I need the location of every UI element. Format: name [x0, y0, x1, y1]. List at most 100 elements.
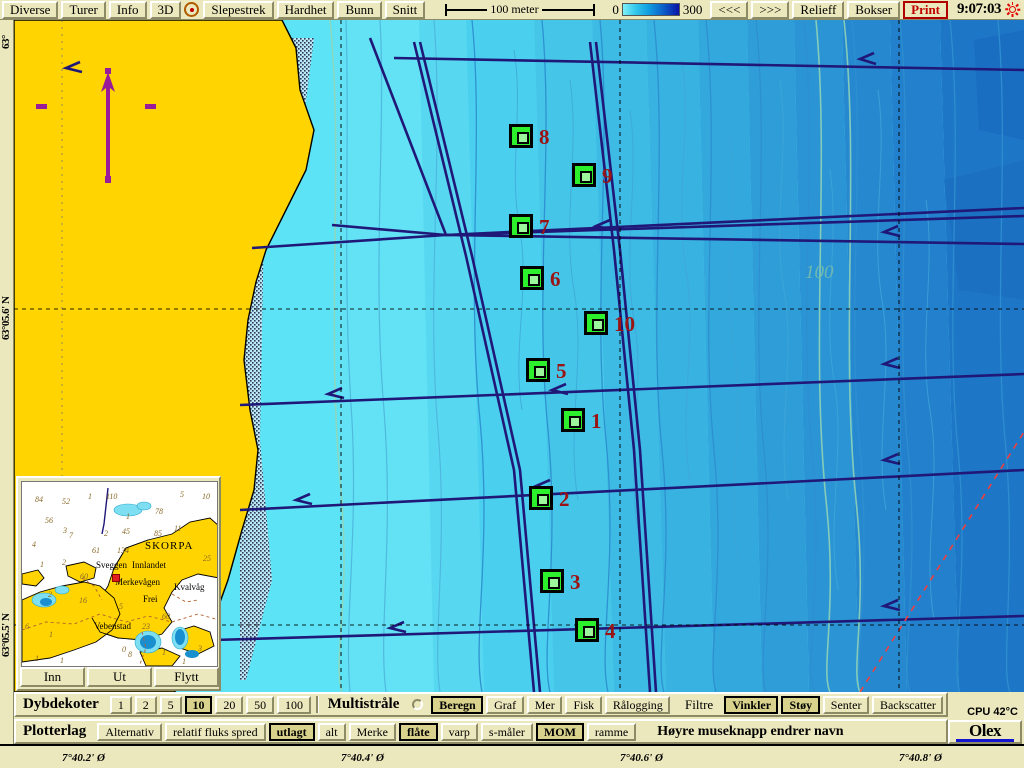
inset-zoom-out-button[interactable]: Ut [87, 667, 152, 687]
waypoint-marker-3[interactable] [540, 569, 564, 593]
inset-sounding: 60 [80, 572, 88, 581]
inset-place-innlandet: Innlandet [132, 560, 166, 570]
inset-sounding: 6 [25, 622, 29, 631]
waypoint-marker-5[interactable] [526, 358, 550, 382]
menu-button-diverse[interactable]: Diverse [2, 0, 59, 19]
multistrale-beregn-button[interactable]: Beregn [431, 695, 484, 714]
menu-button-hardhet[interactable]: Hardhet [276, 0, 335, 19]
plotterlag-varp-button[interactable]: varp [440, 722, 478, 741]
purple-tick-right [145, 104, 156, 109]
page-next-button[interactable]: >>> [751, 0, 790, 19]
plotterlag-alternativ-button[interactable]: Alternativ [97, 722, 162, 741]
legend-max-label: 300 [682, 1, 703, 17]
olex-logo-underline [956, 738, 1014, 742]
dybdekoter-interval-10[interactable]: 10 [184, 695, 213, 714]
cpu-temperature-label: CPU 42°C [967, 706, 1018, 718]
waypoint-marker-9[interactable] [572, 163, 596, 187]
right-click-hint: Høyre museknapp endrer navn [657, 723, 844, 739]
dybdekoter-interval-20[interactable]: 20 [215, 695, 244, 714]
print-button[interactable]: Print [903, 0, 949, 19]
longitude-axis: 7°40.2' Ø 7°40.4' Ø 7°40.6' Ø 7°40.8' Ø [0, 744, 1024, 768]
filtre-vinkler-button[interactable]: Vinkler [724, 695, 779, 714]
multistrale-radio[interactable] [412, 699, 424, 710]
plotterlag-s-maler-button[interactable]: s-måler [480, 722, 533, 741]
plotterlag-merke-button[interactable]: Merke [348, 722, 396, 741]
filtre-stoy-button[interactable]: Støy [781, 695, 820, 714]
waypoint-marker-8[interactable] [509, 124, 533, 148]
inset-sounding: 1 [88, 492, 92, 501]
plotterlag-ramme-button[interactable]: ramme [586, 722, 637, 741]
inset-map-controls: Inn Ut Flytt [20, 667, 219, 687]
inset-sounding: 1 [162, 648, 166, 657]
waypoint-label-6: 6 [550, 267, 561, 291]
scale-bar-tick-left [445, 3, 448, 16]
purple-tick-left [36, 104, 47, 109]
inset-map-canvas[interactable]: SKORPA Sveggen Innlandet Merkevågen Kval… [21, 481, 218, 667]
depth-color-legend: 0 300 [612, 2, 702, 18]
inset-sounding: 25 [203, 554, 211, 563]
plotterlag-alt-button[interactable]: alt [317, 722, 346, 741]
waypoint-marker-4[interactable] [575, 618, 599, 642]
dybdekoter-interval-50[interactable]: 50 [246, 695, 274, 714]
waypoint-marker-1[interactable] [561, 408, 585, 432]
longitude-tick-3: 7°40.8' Ø [899, 752, 942, 764]
multistrale-graf-button[interactable]: Graf [486, 695, 524, 714]
inset-sounding: 1 [35, 654, 39, 663]
relieff-button[interactable]: Relieff [792, 0, 845, 19]
olex-logo-text: Olex [969, 720, 1002, 740]
inset-sounding: 110 [106, 492, 118, 501]
scale-bar-label: 100 meter [487, 1, 542, 17]
waypoint-marker-7[interactable] [509, 214, 533, 238]
menu-button-info[interactable]: Info [108, 0, 147, 19]
inset-sounding: 8 [128, 650, 132, 659]
plotterlag-mom-button[interactable]: MOM [535, 722, 584, 741]
bokser-button[interactable]: Bokser [847, 0, 901, 19]
inset-place-frei: Frei [143, 594, 158, 604]
dybdekoter-interval-2[interactable]: 2 [134, 695, 157, 714]
menu-button-snitt[interactable]: Snitt [384, 0, 426, 19]
plotterlag-flate-button[interactable]: flåte [398, 722, 438, 741]
inset-sounding: 3 [63, 526, 67, 535]
multistrale-ralogging-button[interactable]: Rålogging [604, 695, 671, 714]
waypoint-label-3: 3 [570, 570, 581, 594]
top-toolbar: Diverse Turer Info 3D Slepestrek Hardhet… [0, 0, 1024, 20]
waypoint-marker-10[interactable] [584, 311, 608, 335]
multistrale-mer-button[interactable]: Mer [526, 695, 563, 714]
inset-sounding: 11 [174, 524, 182, 533]
waypoint-label-4: 4 [605, 619, 616, 643]
filtre-backscatter-button[interactable]: Backscatter [871, 695, 944, 714]
inset-move-button[interactable]: Flytt [154, 667, 219, 687]
plotterlag-relatif-fluks-spred-button[interactable]: relatif fluks spred [164, 722, 266, 741]
inset-sounding: 3 [198, 644, 202, 653]
waypoint-label-8: 8 [539, 125, 550, 149]
dybdekoter-interval-100[interactable]: 100 [276, 695, 311, 714]
filtre-label: Filtre [685, 696, 714, 712]
scale-bar: 100 meter [445, 1, 596, 17]
inset-overview-map-panel[interactable]: SKORPA Sveggen Innlandet Merkevågen Kval… [16, 476, 221, 691]
dybdekoter-interval-1[interactable]: 1 [109, 695, 132, 714]
inset-sounding: 52 [62, 497, 70, 506]
sun-icon[interactable] [1004, 2, 1020, 17]
target-icon[interactable] [184, 2, 200, 17]
menu-button-bunn[interactable]: Bunn [337, 0, 382, 19]
inset-place-kvalvag: Kvalvåg [174, 582, 205, 592]
menu-button-turer[interactable]: Turer [61, 0, 106, 19]
inset-sounding: 10 [202, 492, 210, 501]
menu-button-3d[interactable]: 3D [149, 0, 182, 19]
latitude-axis: 63° 63°05.6' N 63°05.5' N [0, 20, 14, 744]
waypoint-marker-2[interactable] [529, 486, 553, 510]
plotterlag-utlagt-button[interactable]: utlagt [268, 722, 315, 741]
inset-zoom-in-button[interactable]: Inn [20, 667, 85, 687]
inset-place-merkevagen: Merkevågen [115, 577, 160, 587]
menu-button-slepestrek[interactable]: Slepestrek [203, 0, 274, 19]
toolbar-dybdekoter-multistrale: Dybdekoter 1 2 5 10 20 50 100 Multistrål… [14, 692, 948, 717]
waypoint-marker-6[interactable] [520, 266, 544, 290]
inset-sounding: 23 [142, 622, 150, 631]
filtre-senter-button[interactable]: Senter [822, 695, 869, 714]
page-prev-button[interactable]: <<< [710, 0, 749, 19]
dybdekoter-interval-5[interactable]: 5 [159, 695, 182, 714]
inset-sounding: 61 [92, 546, 100, 555]
inset-sounding: 2 [48, 590, 52, 599]
legend-gradient [621, 3, 680, 16]
multistrale-fisk-button[interactable]: Fisk [565, 695, 602, 714]
